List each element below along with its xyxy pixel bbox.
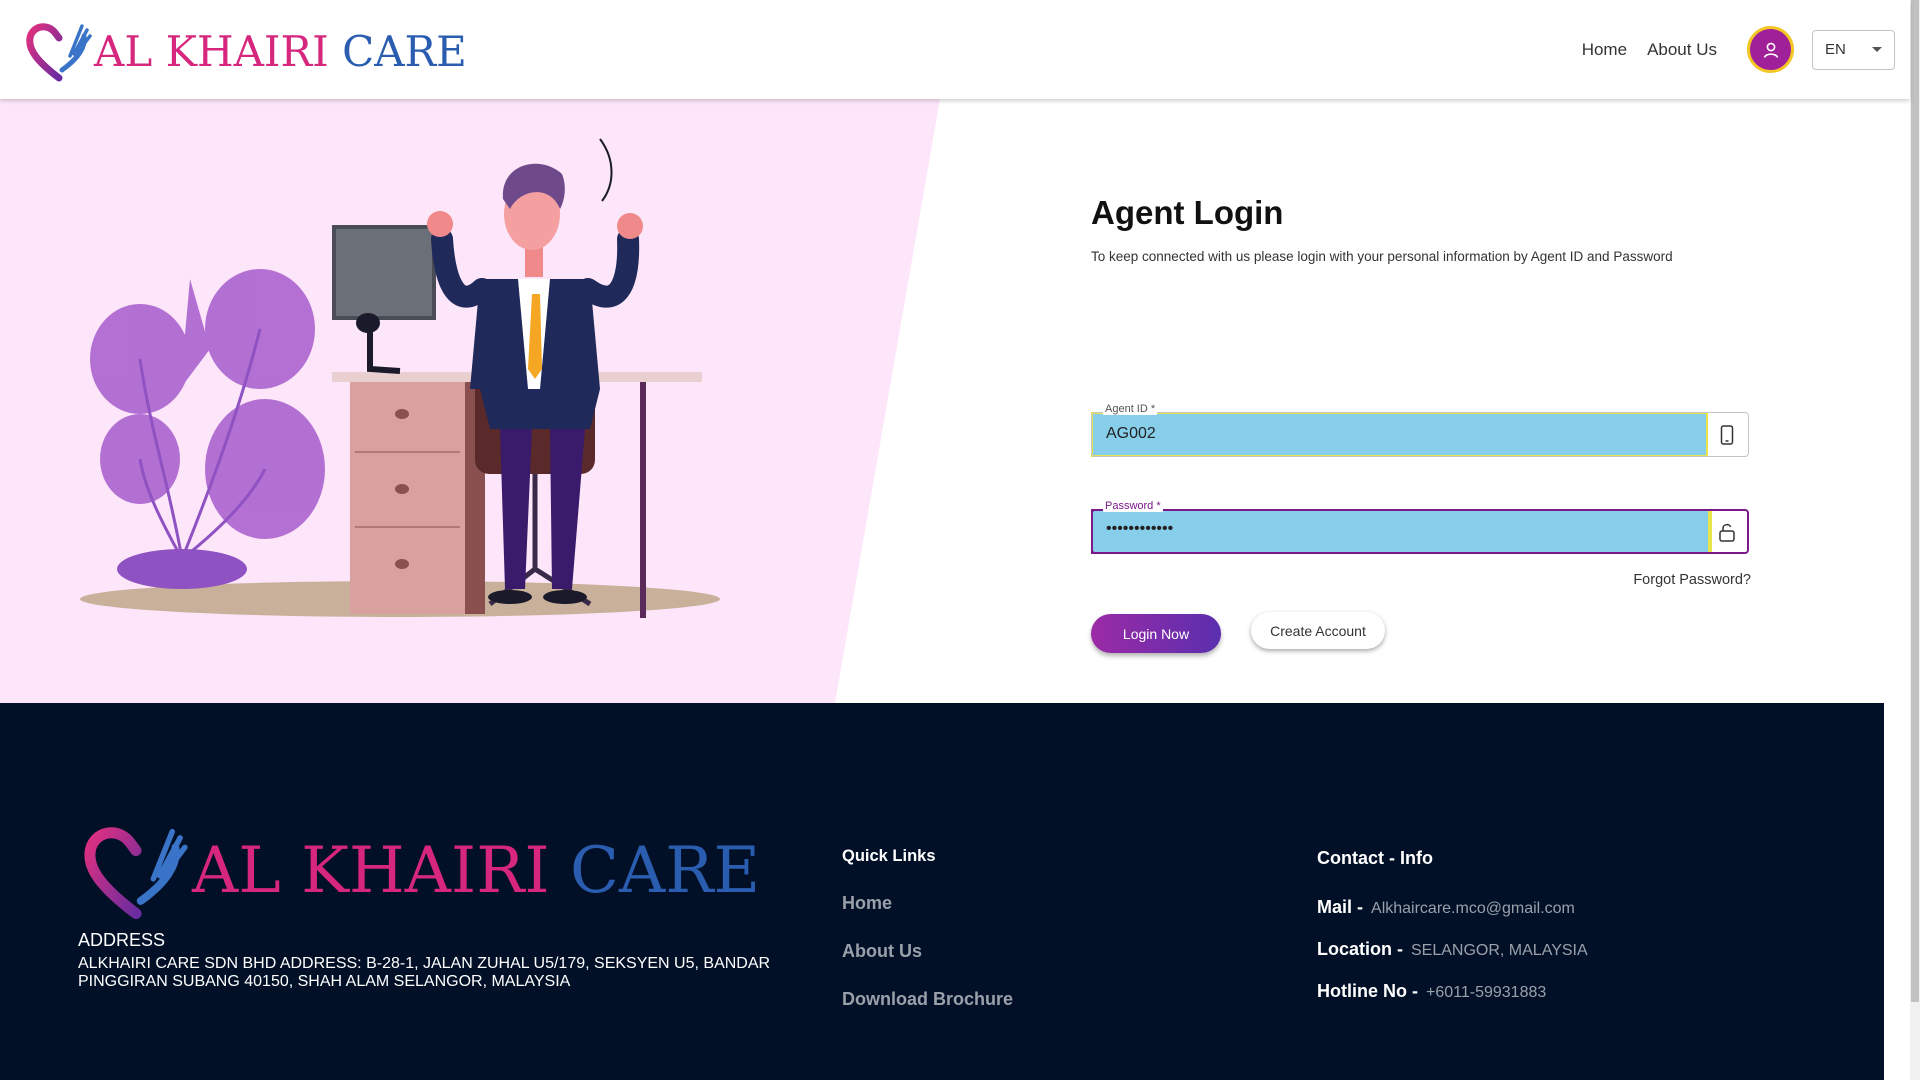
- footer-link-download-brochure[interactable]: Download Brochure: [842, 989, 1013, 1010]
- contact-location-value: SELANGOR, MALAYSIA: [1411, 942, 1588, 959]
- language-select[interactable]: EN: [1812, 29, 1895, 70]
- account-avatar-button[interactable]: [1747, 26, 1794, 73]
- nav-home-link[interactable]: Home: [1582, 40, 1627, 60]
- login-panel: Agent Login To keep connected with us pl…: [1091, 194, 1751, 653]
- contact-mail-key: Mail -: [1317, 897, 1364, 917]
- footer-link-home[interactable]: Home: [842, 893, 892, 914]
- brand-name: AL KHAIRI CARE: [94, 27, 467, 76]
- footer-brand-name-part2: CARE: [570, 834, 761, 908]
- password-outline: [1091, 509, 1749, 554]
- address-heading: ADDRESS: [78, 930, 166, 950]
- brand-name-part2: CARE: [342, 26, 467, 76]
- chevron-down-icon: [1872, 47, 1882, 52]
- top-header: AL KHAIRI CARE Home About Us EN: [0, 0, 1910, 99]
- password-label: Password *: [1103, 500, 1163, 512]
- main-nav: Home About Us EN: [1582, 0, 1910, 99]
- contact-info-heading: Contact - Info: [1317, 848, 1433, 868]
- contact-hotline-value[interactable]: +6011-59931883: [1426, 984, 1546, 1002]
- login-now-button[interactable]: Login Now: [1091, 614, 1221, 653]
- office-worker-illustration: [80, 138, 720, 618]
- brand-name-part1: AL KHAIRI: [94, 26, 329, 76]
- quick-links-heading: Quick Links: [842, 847, 936, 865]
- footer-link-about[interactable]: About Us: [842, 941, 922, 962]
- unlock-icon[interactable]: [1717, 521, 1737, 543]
- contact-mail-row: Mail - Alkhaircare.mco@gmail.com: [1317, 897, 1575, 918]
- heart-hands-logo-icon: [84, 827, 188, 920]
- password-input[interactable]: ••••••••••••: [1106, 520, 1173, 538]
- login-hero: Agent Login To keep connected with us pl…: [0, 99, 1910, 703]
- address-text: ALKHAIRI CARE SDN BHD ADDRESS: B-28-1, J…: [78, 955, 771, 990]
- page-title: Agent Login: [1091, 194, 1284, 231]
- contact-location-key: Location -: [1317, 939, 1403, 959]
- agent-id-input[interactable]: AG002: [1106, 425, 1156, 443]
- password-field[interactable]: Password * ••••••••••••: [1091, 500, 1749, 554]
- heart-hands-logo-icon: [26, 23, 92, 82]
- footer-brand-name: AL KHAIRI CARE: [192, 834, 760, 908]
- page-scrollbar-thumb[interactable]: [1911, 0, 1919, 1002]
- agent-id-outline: [1091, 412, 1749, 457]
- login-subtitle: To keep connected with us please login w…: [1091, 249, 1673, 264]
- forgot-password-link[interactable]: Forgot Password?: [1633, 572, 1751, 588]
- brand-logo[interactable]: AL KHAIRI CARE: [26, 20, 467, 82]
- contact-location-row: Location - SELANGOR, MALAYSIA: [1317, 939, 1588, 960]
- agent-id-label: Agent ID *: [1103, 403, 1158, 415]
- contact-hotline-row: Hotline No - +6011-59931883: [1317, 981, 1546, 1002]
- footer-brand-logo[interactable]: AL KHAIRI CARE: [84, 822, 760, 920]
- footer-brand-name-part1: AL KHAIRI: [192, 834, 550, 908]
- create-account-button[interactable]: Create Account: [1251, 612, 1385, 649]
- user-icon: [1763, 42, 1778, 58]
- agent-id-field[interactable]: Agent ID * AG002: [1091, 403, 1749, 457]
- language-value: EN: [1825, 41, 1846, 58]
- contact-hotline-key: Hotline No -: [1317, 981, 1418, 1001]
- mobile-phone-icon: [1717, 424, 1737, 446]
- nav-about-link[interactable]: About Us: [1647, 40, 1717, 60]
- contact-mail-value[interactable]: Alkhaircare.mco@gmail.com: [1371, 900, 1575, 918]
